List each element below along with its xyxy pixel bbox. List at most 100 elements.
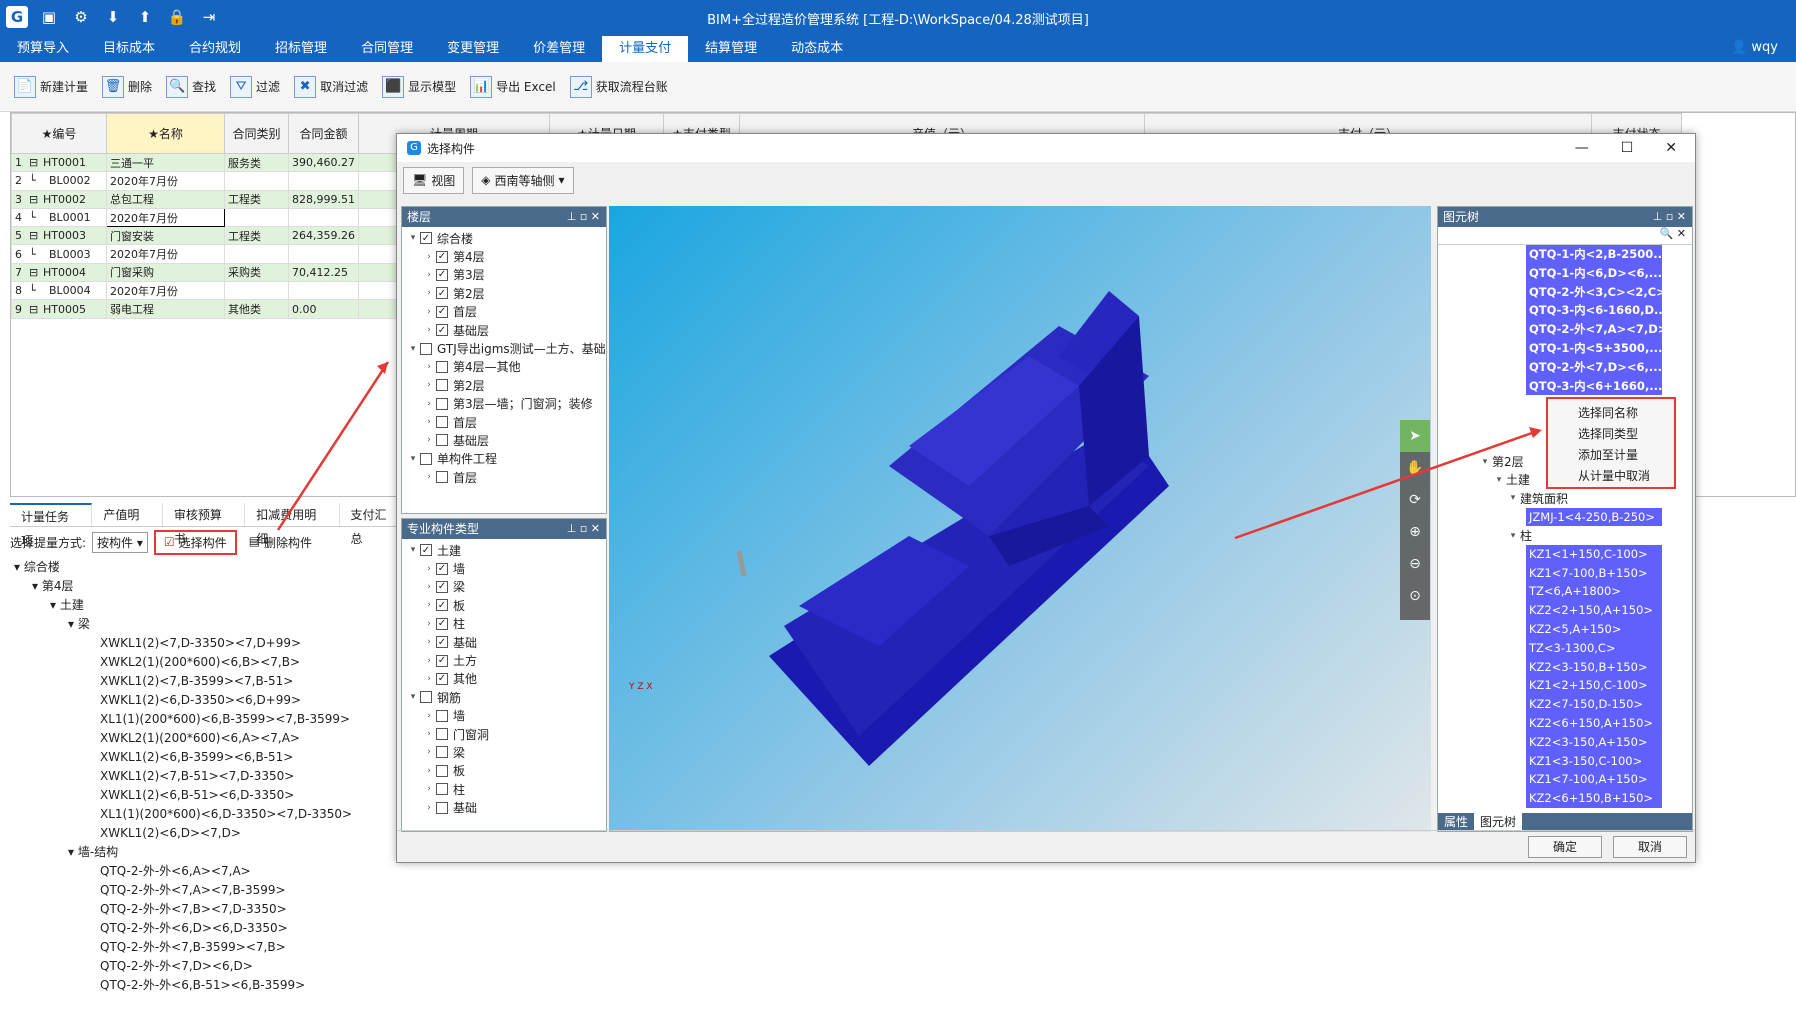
checkbox[interactable]: ✓: [420, 232, 432, 245]
model-3d-view[interactable]: Y Z X: [609, 206, 1431, 832]
checkbox[interactable]: ✓: [436, 250, 448, 263]
tab-properties[interactable]: 属性: [1438, 813, 1474, 831]
context-menu-item[interactable]: 从计量中取消: [1548, 466, 1674, 487]
row-name-cell[interactable]: 弱电工程: [106, 299, 225, 319]
close-icon[interactable]: ✕: [1665, 140, 1677, 156]
tree-item[interactable]: XWKL1(2)<6,B-51><6,D-3350>: [14, 786, 394, 805]
check-tree-row[interactable]: › 首层: [402, 468, 606, 486]
row-name-cell[interactable]: 2020年7月份: [106, 244, 225, 264]
element-item[interactable]: KZ1<7-100,B+150>: [1526, 563, 1662, 583]
check-tree-row[interactable]: › 门窗洞: [402, 725, 606, 743]
menu-item[interactable]: 合同管理: [344, 36, 430, 62]
element-item[interactable]: QTQ-1-内<6,D><6,...: [1526, 263, 1662, 283]
check-tree-row[interactable]: › 基础层: [402, 431, 606, 449]
bottom-tab[interactable]: 扣减费用明细: [245, 503, 340, 546]
panel-controls-icon[interactable]: ⊥ ▫ ✕: [1653, 207, 1686, 227]
collapse-icon[interactable]: ⊟: [29, 229, 43, 242]
tree-item[interactable]: QTQ-2-外-外<6,D><6,D-3350>: [14, 919, 394, 938]
check-tree-row[interactable]: › 墙: [402, 707, 606, 725]
checkbox[interactable]: [436, 783, 448, 796]
checkbox[interactable]: [436, 360, 448, 373]
tree-node-column[interactable]: ▾ 柱: [1438, 526, 1692, 544]
context-menu-item[interactable]: 选择同类型: [1548, 424, 1674, 445]
check-tree-row[interactable]: › ✓ 其他: [402, 670, 606, 688]
view-button[interactable]: 🖥 视图: [403, 166, 465, 194]
check-tree-row[interactable]: › 第4层—其他: [402, 358, 606, 376]
panel-controls-icon[interactable]: ⊥ ▫ ✕: [567, 207, 600, 227]
row-name-cell[interactable]: 门窗采购: [106, 262, 225, 283]
element-item[interactable]: KZ2<3-150,A+150>: [1526, 732, 1662, 752]
checkbox[interactable]: ✓: [436, 636, 448, 649]
pan-icon[interactable]: ✋: [1400, 452, 1430, 484]
toolbar-button[interactable]: ⬛ 显示模型: [382, 75, 456, 98]
check-tree-row[interactable]: › 基础: [402, 798, 606, 816]
row-name-cell[interactable]: 2020年7月份: [106, 171, 225, 191]
checkbox[interactable]: ✓: [436, 268, 448, 281]
checkbox[interactable]: ✓: [436, 305, 448, 318]
checkbox[interactable]: ✓: [436, 287, 448, 300]
check-tree-row[interactable]: › ✓ 基础层: [402, 321, 606, 339]
menu-item[interactable]: 变更管理: [430, 36, 516, 62]
check-tree-row[interactable]: › 梁: [402, 743, 606, 761]
context-menu-item[interactable]: 添加至计量: [1548, 445, 1674, 466]
check-tree-row[interactable]: › ✓ 第2层: [402, 284, 606, 302]
element-item[interactable]: JZMJ-1<4-250,B-250>: [1526, 507, 1662, 527]
tree-item[interactable]: QTQ-2-外-外<7,D><6,D>: [14, 957, 394, 976]
collapse-icon[interactable]: ⊟: [29, 193, 43, 206]
checkbox[interactable]: ✓: [436, 654, 448, 667]
bottom-tab[interactable]: 计量任务项: [10, 503, 93, 548]
method-select[interactable]: 按构件 ▾: [92, 531, 148, 553]
checkbox[interactable]: [436, 728, 448, 741]
column-header[interactable]: 合同金额: [288, 113, 359, 154]
tab-element-tree[interactable]: 图元树: [1474, 813, 1523, 831]
check-tree-row[interactable]: › ✓ 墙: [402, 559, 606, 577]
bottom-tab[interactable]: 产值明细: [92, 503, 163, 546]
toolbar-button[interactable]: 🔍 查找: [166, 75, 216, 98]
row-name-cell[interactable]: 2020年7月份: [106, 207, 225, 228]
row-name-cell[interactable]: 2020年7月份: [106, 281, 225, 301]
tree-item[interactable]: ▾ 梁: [14, 615, 394, 634]
toolbar-button[interactable]: 🗑 删除: [102, 75, 152, 98]
tree-item[interactable]: XWKL1(2)<6,D-3350><6,D+99>: [14, 691, 394, 710]
checkbox[interactable]: ✓: [436, 324, 448, 337]
tree-item[interactable]: XL1(1)(200*600)<6,D-3350><7,D-3350>: [14, 805, 394, 824]
checkbox[interactable]: [436, 764, 448, 777]
checkbox[interactable]: [420, 342, 432, 355]
checkbox[interactable]: [436, 709, 448, 722]
tree-item[interactable]: XWKL1(2)<6,D><7,D>: [14, 824, 394, 843]
collapse-icon[interactable]: ⊟: [29, 266, 43, 279]
tree-node-area[interactable]: ▾ 建筑面积: [1438, 489, 1692, 507]
ok-button[interactable]: 确定: [1528, 836, 1602, 858]
tree-item[interactable]: XWKL2(1)(200*600)<6,A><7,A>: [14, 729, 394, 748]
element-item[interactable]: KZ1<2+150,C-100>: [1526, 676, 1662, 696]
check-tree-row[interactable]: › ✓ 梁: [402, 578, 606, 596]
zoom-in-icon[interactable]: ⊕: [1400, 516, 1430, 548]
row-name-cell[interactable]: 总包工程: [106, 189, 225, 209]
element-item[interactable]: KZ2<3-150,B+150>: [1526, 657, 1662, 677]
tree-item[interactable]: QTQ-2-外-外<6,A><7,A>: [14, 862, 394, 881]
tree-item[interactable]: QTQ-2-外-外<7,B-3599><7,B>: [14, 938, 394, 957]
check-tree-row[interactable]: › ✓ 首层: [402, 303, 606, 321]
toolbar-button[interactable]: ⛛ 过滤: [230, 75, 280, 98]
checkbox[interactable]: ✓: [436, 562, 448, 575]
check-tree-row[interactable]: ▾ ✓ 综合楼: [402, 229, 606, 247]
minimize-icon[interactable]: —: [1575, 140, 1589, 156]
toolbar-button[interactable]: ⎇ 获取流程台账: [569, 75, 668, 98]
checkbox[interactable]: [420, 452, 432, 465]
bottom-tab[interactable]: 审核预算书: [163, 503, 246, 546]
tree-item[interactable]: XWKL1(2)<6,B-3599><6,B-51>: [14, 748, 394, 767]
column-header[interactable]: ★名称: [106, 113, 225, 154]
maximize-icon[interactable]: ☐: [1621, 140, 1634, 156]
check-tree-row[interactable]: › 柱: [402, 780, 606, 798]
checkbox[interactable]: [436, 471, 448, 484]
checkbox[interactable]: [436, 397, 448, 410]
element-item[interactable]: QTQ-2-外<7,A><7,D>: [1526, 320, 1662, 339]
check-tree-row[interactable]: › ✓ 土方: [402, 651, 606, 669]
tree-item[interactable]: ▾ 综合楼: [14, 558, 394, 577]
check-tree-row[interactable]: › 首层: [402, 413, 606, 431]
element-item[interactable]: KZ2<2+150,A+150>: [1526, 601, 1662, 620]
menu-item[interactable]: 结算管理: [688, 36, 774, 62]
tree-item[interactable]: XL1(1)(200*600)<6,B-3599><7,B-3599>: [14, 710, 394, 729]
collapse-icon[interactable]: ⊟: [29, 156, 43, 169]
check-tree-row[interactable]: › ✓ 第3层: [402, 266, 606, 284]
